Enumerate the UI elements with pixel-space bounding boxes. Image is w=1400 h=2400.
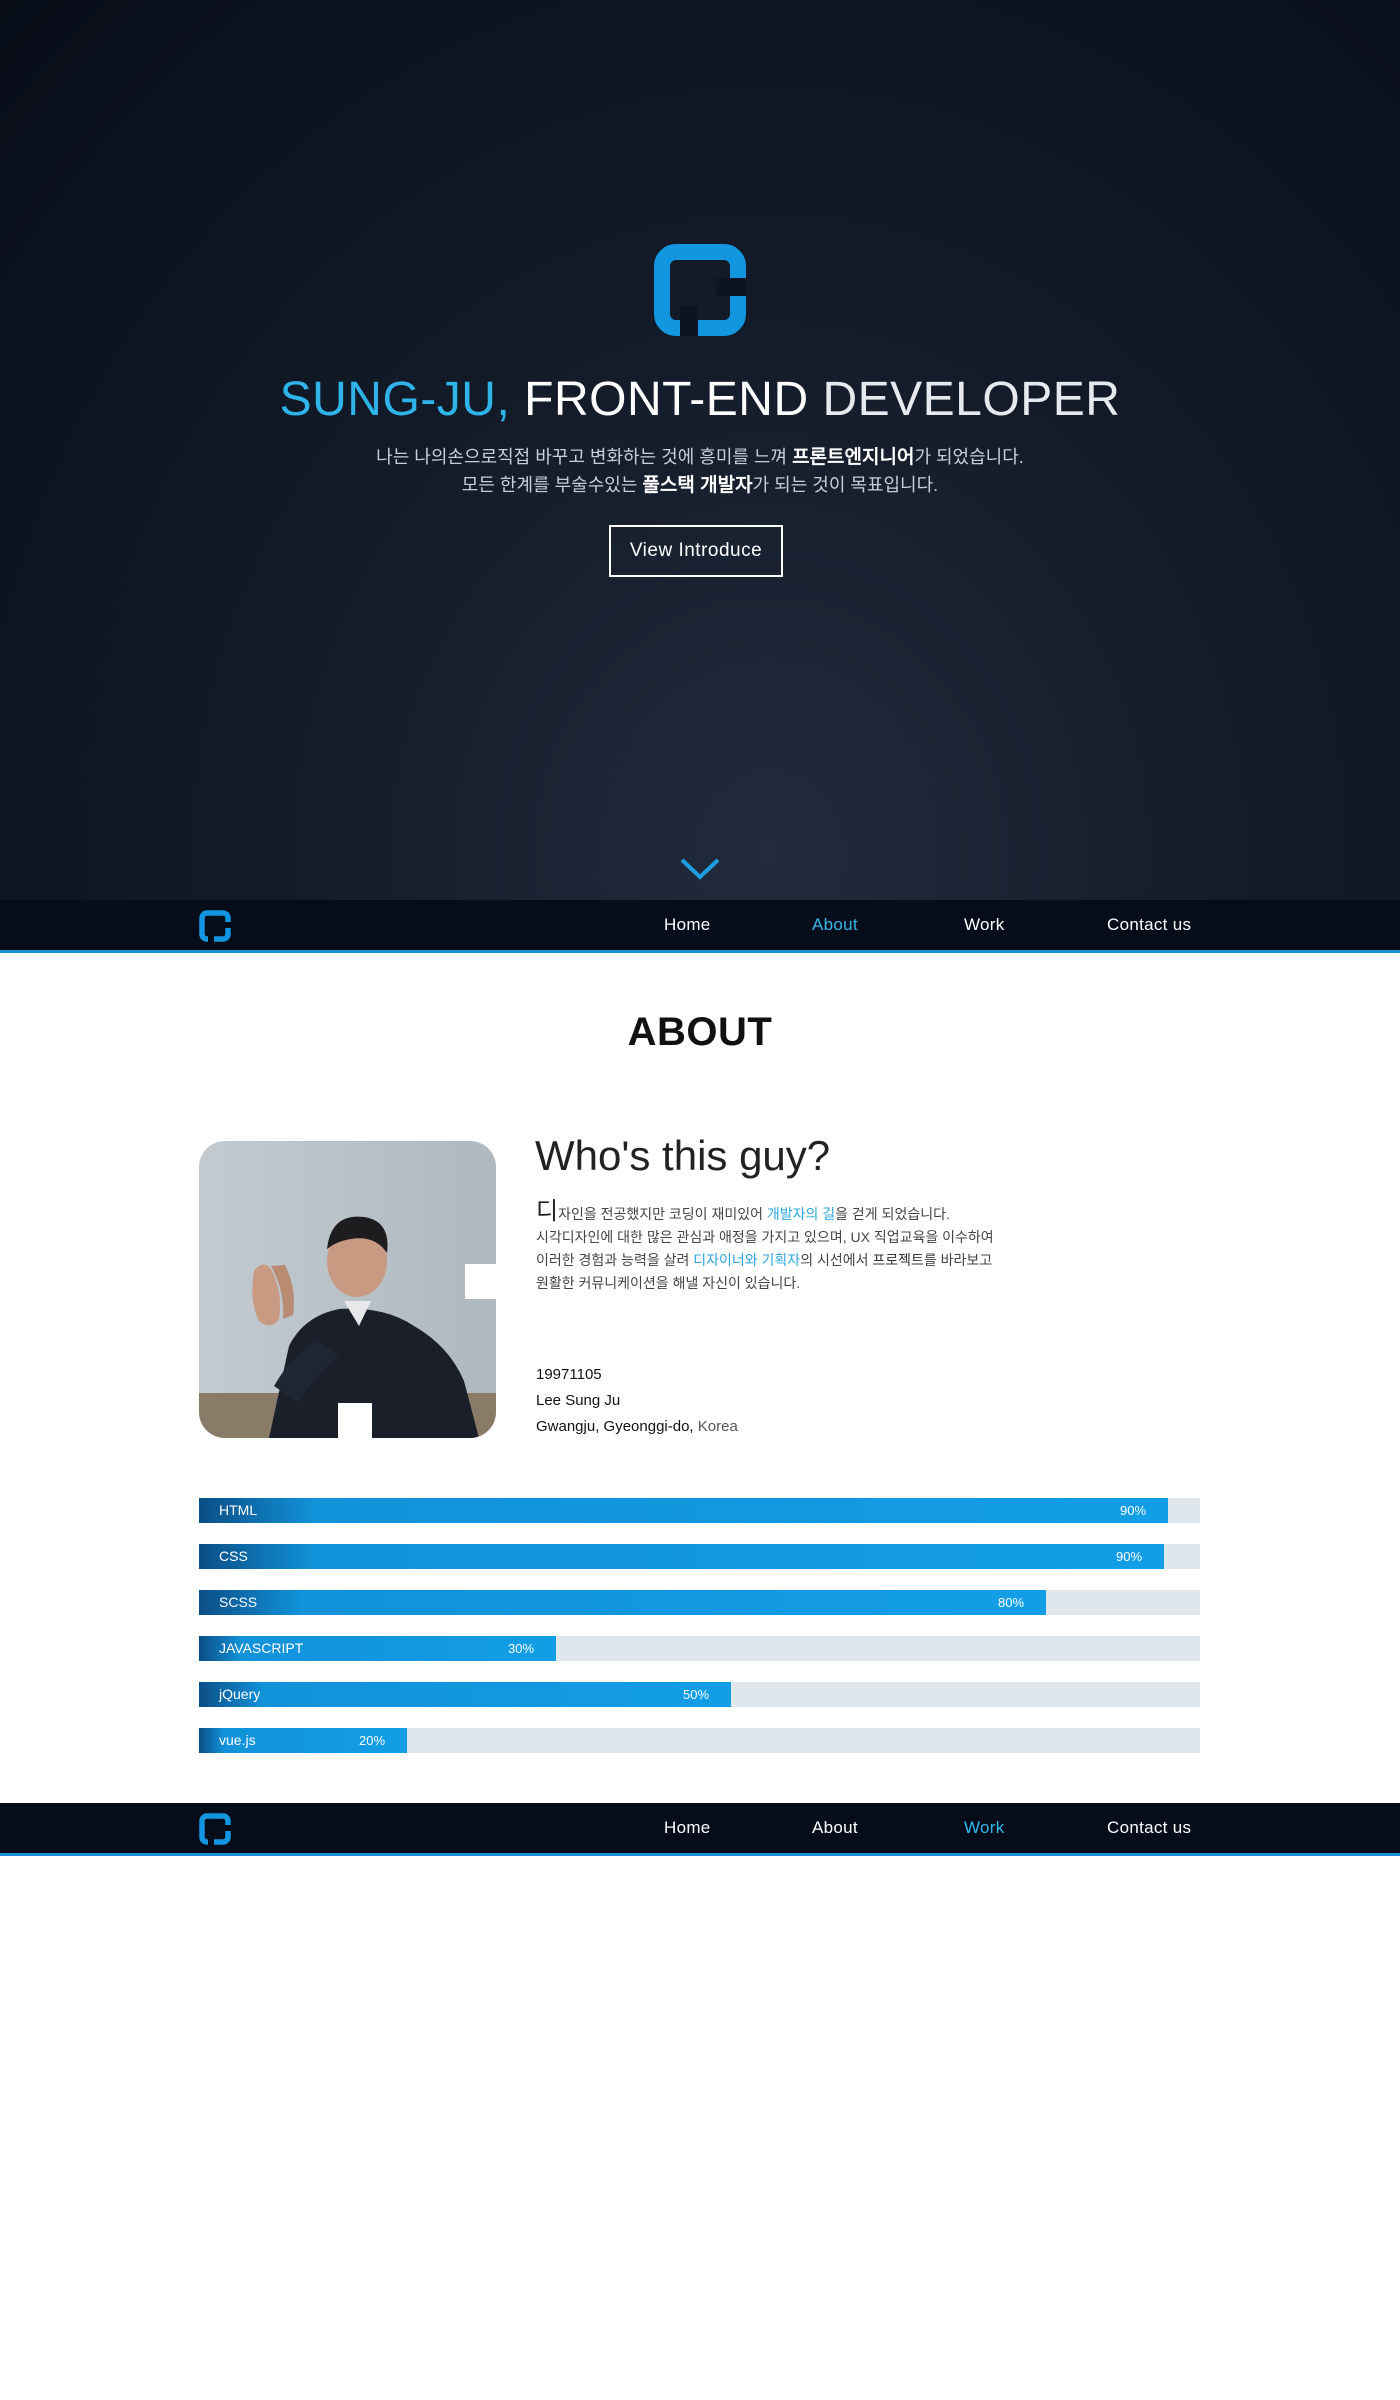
bio-line-1: 디자인을 전공했지만 코딩이 재미있어 개발자의 길을 걷게 되었습니다. [536,1200,1056,1226]
skill-bar-html: HTML 90% [199,1498,1200,1523]
skill-bar-jquery: jQuery 50% [199,1682,1200,1707]
nav-item-about[interactable]: About [812,900,858,950]
skill-fill [199,1498,1168,1523]
nav-item-about[interactable]: About [812,1803,858,1853]
bio-l3-bold: 프로젝트 [872,1252,924,1268]
skill-bar-scss: SCSS 80% [199,1590,1200,1615]
hero-line2-bold: 풀스택 개발자 [642,475,753,496]
skill-percent: 30% [508,1641,535,1656]
chevron-down-icon[interactable] [679,856,721,882]
nav-item-contact[interactable]: Contact us [1107,1803,1191,1853]
hero-line1-text-end: 가 되었습니다. [914,447,1024,467]
hero-line1-text: 나는 나의손으로직접 바꾸고 변화하는 것에 흥미를 느껴 [376,447,793,467]
bio-line-3: 이러한 경험과 능력을 살려 디자이너와 기획자의 시선에서 프로젝트를 바라보… [536,1249,1056,1272]
skill-percent: 20% [359,1733,386,1748]
hero-section: SUNG-JU, FRONT-END DEVELOPER 나는 나의손으로직접 … [0,0,1400,900]
skill-name: vue.js [219,1732,256,1748]
bio-l1-a: 자인을 전공했지만 코딩이 재미있어 [558,1206,767,1222]
hero-line2-text: 모든 한계를 부술수있는 [461,475,643,495]
birth-date: 19971105 [536,1366,602,1383]
skill-bar-css: CSS 90% [199,1544,1200,1569]
hero-title-role-thin: DEVELOPER [822,373,1121,426]
bio-line-4: 원활한 커뮤니케이션을 해낼 자신이 있습니다. [536,1275,801,1291]
location: Gwangju, Gyeonggi-do, Korea [536,1414,738,1440]
bio-l3-a: 이러한 경험과 능력을 살려 [536,1252,694,1268]
hero-description-line1: 나는 나의손으로직접 바꾸고 변화하는 것에 흥미를 느껴 프론트엔지니어가 되… [0,442,1400,469]
skill-name: JAVASCRIPT [219,1640,304,1656]
main-nav-about: Home About Work Contact us [0,900,1400,953]
skill-percent: 90% [1120,1503,1147,1518]
skill-percent: 50% [683,1687,710,1702]
bio-l3-c: 를 바라보고 [923,1252,993,1268]
skill-percent: 80% [998,1595,1025,1610]
view-introduce-button[interactable]: View Introduce [609,525,783,577]
profile-photo [199,1141,496,1438]
bio-l1-highlight: 개발자의 길 [766,1206,836,1222]
main-nav-work: Home About Work Contact us [0,1803,1400,1856]
brand-logo-icon[interactable] [199,1813,231,1845]
nav-item-contact[interactable]: Contact us [1107,900,1191,950]
skill-name: HTML [219,1502,258,1518]
nav-item-work[interactable]: Work [964,1803,1005,1853]
nav-item-home[interactable]: Home [664,900,711,950]
brand-logo-icon[interactable] [199,910,231,942]
hero-line1-bold: 프론트엔지니어 [792,447,915,468]
full-name: Lee Sung Ju [536,1392,621,1409]
bio-dropcap: 디 [536,1198,559,1225]
bio-l3-highlight: 디자이너와 기획자 [693,1252,801,1268]
hero-description-line2: 모든 한계를 부술수있는 풀스택 개발자가 되는 것이 목표입니다. [0,470,1400,497]
about-heading: ABOUT [627,1010,773,1054]
hero-line2-text-end: 가 되는 것이 목표입니다. [752,475,939,495]
skill-name: SCSS [219,1594,258,1610]
nav-item-work[interactable]: Work [964,900,1005,950]
hero-title: SUNG-JU, FRONT-END DEVELOPER [0,372,1400,427]
skill-fill [199,1682,731,1707]
bio-l3-b: 의 시선에서 [800,1252,873,1268]
skill-bar-vuejs: vue.js 20% [199,1728,1200,1753]
skill-bar-javascript: JAVASCRIPT 30% [199,1636,1200,1661]
brand-logo-icon [654,244,746,336]
location-country: Korea [697,1418,738,1435]
skill-percent: 90% [1116,1549,1143,1564]
hero-title-role: FRONT-END [524,373,809,426]
bio-text: 디자인을 전공했지만 코딩이 재미있어 개발자의 길을 걷게 되었습니다. 시각… [536,1200,1056,1295]
skill-fill [199,1544,1164,1569]
skill-name: CSS [219,1548,248,1564]
who-title: Who's this guy? [535,1132,831,1179]
skill-fill [199,1590,1046,1615]
nav-item-home[interactable]: Home [664,1803,711,1853]
bio-line-2: 시각디자인에 대한 많은 관심과 애정을 가지고 있으며, UX 직업교육을 이… [536,1229,994,1245]
location-city: Gwangju, Gyeonggi-do, [536,1418,694,1435]
personal-info: 19971105 Lee Sung Ju Gwangju, Gyeonggi-d… [536,1362,738,1440]
skill-name: jQuery [219,1686,261,1702]
bio-l1-b: 을 걷게 되었습니다. [835,1206,950,1222]
hero-title-name: SUNG-JU, [279,373,511,426]
